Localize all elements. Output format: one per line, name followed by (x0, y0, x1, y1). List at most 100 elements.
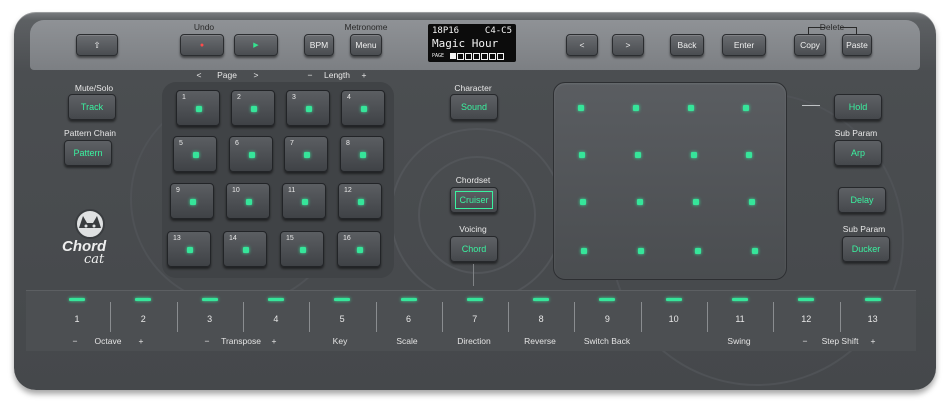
delete-bracket-right (840, 27, 857, 34)
step-number: 8 (538, 314, 544, 324)
touch-led (637, 199, 643, 205)
length-label: Length (324, 70, 350, 80)
pattern-button-label: Pattern (73, 148, 103, 158)
pad-6[interactable]: 6 (229, 136, 273, 172)
pad-led (249, 152, 255, 158)
pad-3[interactable]: 3 (286, 90, 330, 126)
pad-7[interactable]: 7 (284, 136, 328, 172)
touch-led (752, 248, 758, 254)
step-number: 5 (339, 314, 345, 324)
nav-left-button[interactable]: < (566, 34, 598, 56)
pad-led (357, 247, 363, 253)
oled-screen: 18P16 C4-C5 Magic Hour PAGE (428, 24, 516, 62)
pad-11[interactable]: 11 (282, 183, 326, 219)
paste-button[interactable]: Paste (842, 34, 872, 56)
step-number: 3 (207, 314, 213, 324)
pattern-chain-label: Pattern Chain (64, 128, 116, 138)
arp-button[interactable]: Arp (834, 140, 882, 166)
pad-10[interactable]: 10 (226, 183, 270, 219)
enter-button[interactable]: Enter (722, 34, 766, 56)
pad-4[interactable]: 4 (341, 90, 385, 126)
logo-text-cat: cat (84, 252, 105, 267)
pad-number: 3 (292, 94, 296, 101)
page-left-arrow: < (196, 70, 202, 80)
step-button-3[interactable]: 3 (177, 298, 243, 338)
bpm-button[interactable]: BPM (304, 34, 334, 56)
step-button-1[interactable]: 1 (44, 298, 110, 338)
pad-16[interactable]: 16 (337, 231, 381, 267)
pad-led (251, 106, 257, 112)
pad-led (302, 199, 308, 205)
pad-9[interactable]: 9 (170, 183, 214, 219)
step-led (864, 298, 881, 301)
back-button[interactable]: Back (670, 34, 704, 56)
track-button[interactable]: Track (68, 94, 116, 120)
step-button-8[interactable]: 8 (508, 298, 574, 338)
delay-button-label: Delay (850, 195, 874, 205)
pad-13[interactable]: 13 (167, 231, 211, 267)
screen-pattern-id: 18P16 (432, 26, 460, 36)
step-led (334, 298, 351, 301)
pad-8[interactable]: 8 (340, 136, 384, 172)
nav-right-button[interactable]: > (612, 34, 644, 56)
sub-param-label-2: Sub Param (842, 224, 886, 234)
step-led (69, 298, 85, 301)
delay-button[interactable]: Delay (838, 187, 886, 213)
step-button-2[interactable]: 2 (110, 298, 176, 338)
step-button-5[interactable]: 5 (309, 298, 375, 338)
step-number: 13 (867, 314, 878, 324)
step-button-10[interactable]: 10 (641, 298, 707, 338)
copy-button[interactable]: Copy (794, 34, 826, 56)
pad-number: 6 (235, 140, 239, 147)
chord-button[interactable]: Chord (450, 236, 498, 262)
pad-1[interactable]: 1 (176, 90, 220, 126)
ducker-button[interactable]: Ducker (842, 236, 890, 262)
pad-number: 5 (179, 140, 183, 147)
step-button-6[interactable]: 6 (376, 298, 442, 338)
pattern-button[interactable]: Pattern (64, 140, 112, 166)
play-button[interactable]: ▶ (234, 34, 278, 56)
switch-back-label: Switch Back (583, 336, 631, 346)
pad-led (243, 247, 249, 253)
touch-led (578, 105, 584, 111)
pad-led (361, 106, 367, 112)
key-label: Key (332, 336, 348, 346)
pad-led (193, 152, 199, 158)
pad-number: 2 (237, 94, 241, 101)
step-button-11[interactable]: 11 (707, 298, 773, 338)
record-icon: ● (199, 41, 205, 49)
step-led (400, 298, 417, 301)
step-divider (508, 302, 510, 332)
cruiser-button[interactable]: Cruiser (450, 187, 498, 213)
pad-led (306, 106, 312, 112)
step-button-9[interactable]: 9 (574, 298, 640, 338)
hold-button[interactable]: Hold (834, 94, 882, 120)
pad-5[interactable]: 5 (173, 136, 217, 172)
screen-page-indicator (450, 53, 504, 60)
pad-number: 13 (173, 235, 181, 242)
octave-minus: − (72, 336, 78, 346)
step-button-7[interactable]: 7 (442, 298, 508, 338)
voicing-label: Voicing (459, 224, 487, 234)
pad-2[interactable]: 2 (231, 90, 275, 126)
step-button-4[interactable]: 4 (243, 298, 309, 338)
record-button[interactable]: ● (180, 34, 224, 56)
touch-led (581, 248, 587, 254)
step-led (798, 298, 815, 301)
pad-number: 15 (286, 235, 294, 242)
step-button-12[interactable]: 12 (773, 298, 839, 338)
step-button-13[interactable]: 13 (840, 298, 906, 338)
pad-14[interactable]: 14 (223, 231, 267, 267)
step-divider (441, 302, 443, 332)
pad-15[interactable]: 15 (280, 231, 324, 267)
transpose-plus: + (271, 336, 277, 346)
pad-led (304, 152, 310, 158)
touch-led (691, 152, 697, 158)
step-led (135, 298, 152, 301)
sound-button[interactable]: Sound (450, 94, 498, 120)
pad-12[interactable]: 12 (338, 183, 382, 219)
menu-button[interactable]: Menu (350, 34, 382, 56)
shift-button[interactable]: ⇧ (76, 34, 118, 56)
length-plus: + (361, 70, 367, 80)
touch-led (635, 152, 641, 158)
